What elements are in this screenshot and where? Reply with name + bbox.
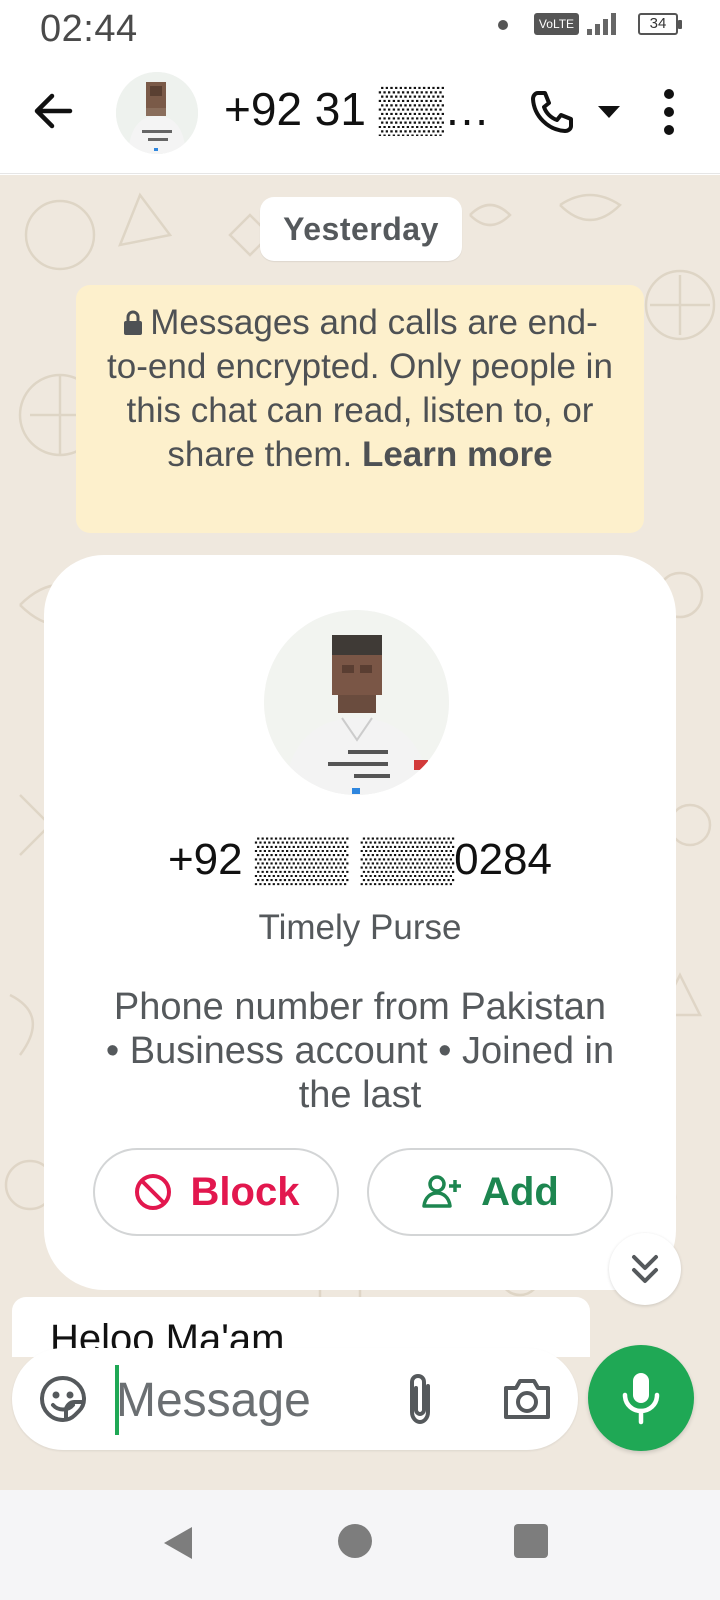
profile-phone-number: +92 ▒▒▒ ▒▒▒0284 <box>167 835 552 884</box>
voice-message-button[interactable] <box>588 1345 694 1451</box>
double-chevron-down-icon <box>632 1255 658 1283</box>
more-vertical-icon[interactable] <box>654 84 684 140</box>
battery-icon: 34 <box>638 13 682 35</box>
add-contact-button[interactable]: Add <box>367 1148 613 1236</box>
chat-area[interactable]: Yesterday Messages and calls are end-to-… <box>0 175 720 1490</box>
contact-avatar[interactable] <box>116 72 198 154</box>
block-button[interactable]: Block <box>93 1148 339 1236</box>
encryption-notice[interactable]: Messages and calls are end-to-end encryp… <box>76 285 644 533</box>
notification-dot-icon <box>498 20 508 30</box>
sticker-emoji-icon[interactable] <box>38 1374 88 1424</box>
add-person-icon <box>422 1175 462 1208</box>
caret-down-icon[interactable] <box>596 102 622 122</box>
system-navigation-bar <box>0 1490 720 1600</box>
status-bar: 02:44 VoLTE 34 <box>0 0 720 58</box>
paperclip-icon[interactable] <box>400 1370 440 1428</box>
message-input[interactable] <box>116 1364 386 1436</box>
profile-details: Phone number from Pakistan • Business ac… <box>105 986 615 1116</box>
block-icon <box>134 1174 171 1210</box>
contact-name[interactable]: +92 31 ▒▒▒▒▒… <box>224 82 514 136</box>
nav-home-icon[interactable] <box>338 1524 372 1558</box>
status-time: 02:44 <box>40 8 138 50</box>
profile-business-name: Timely Purse <box>258 908 462 947</box>
microphone-icon <box>622 1373 660 1425</box>
nav-back-icon[interactable] <box>160 1524 196 1562</box>
nav-recents-icon[interactable] <box>514 1524 548 1558</box>
block-label: Block <box>190 1170 300 1214</box>
signal-icon <box>587 13 616 35</box>
learn-more-link[interactable]: Learn more <box>362 435 553 474</box>
add-label: Add <box>481 1170 559 1214</box>
back-arrow-icon[interactable] <box>30 88 76 134</box>
date-chip: Yesterday <box>260 197 462 261</box>
volte-badge: VoLTE <box>534 13 579 35</box>
phone-icon[interactable] <box>528 88 576 136</box>
camera-icon[interactable] <box>502 1376 552 1422</box>
chat-header: +92 31 ▒▒▒▒▒… <box>0 58 720 174</box>
profile-avatar[interactable] <box>264 610 449 795</box>
message-composer <box>12 1348 578 1450</box>
lock-icon <box>124 310 143 335</box>
profile-avatar-image <box>264 610 449 795</box>
scroll-to-bottom-button[interactable] <box>609 1233 681 1305</box>
avatar-image <box>116 72 198 154</box>
